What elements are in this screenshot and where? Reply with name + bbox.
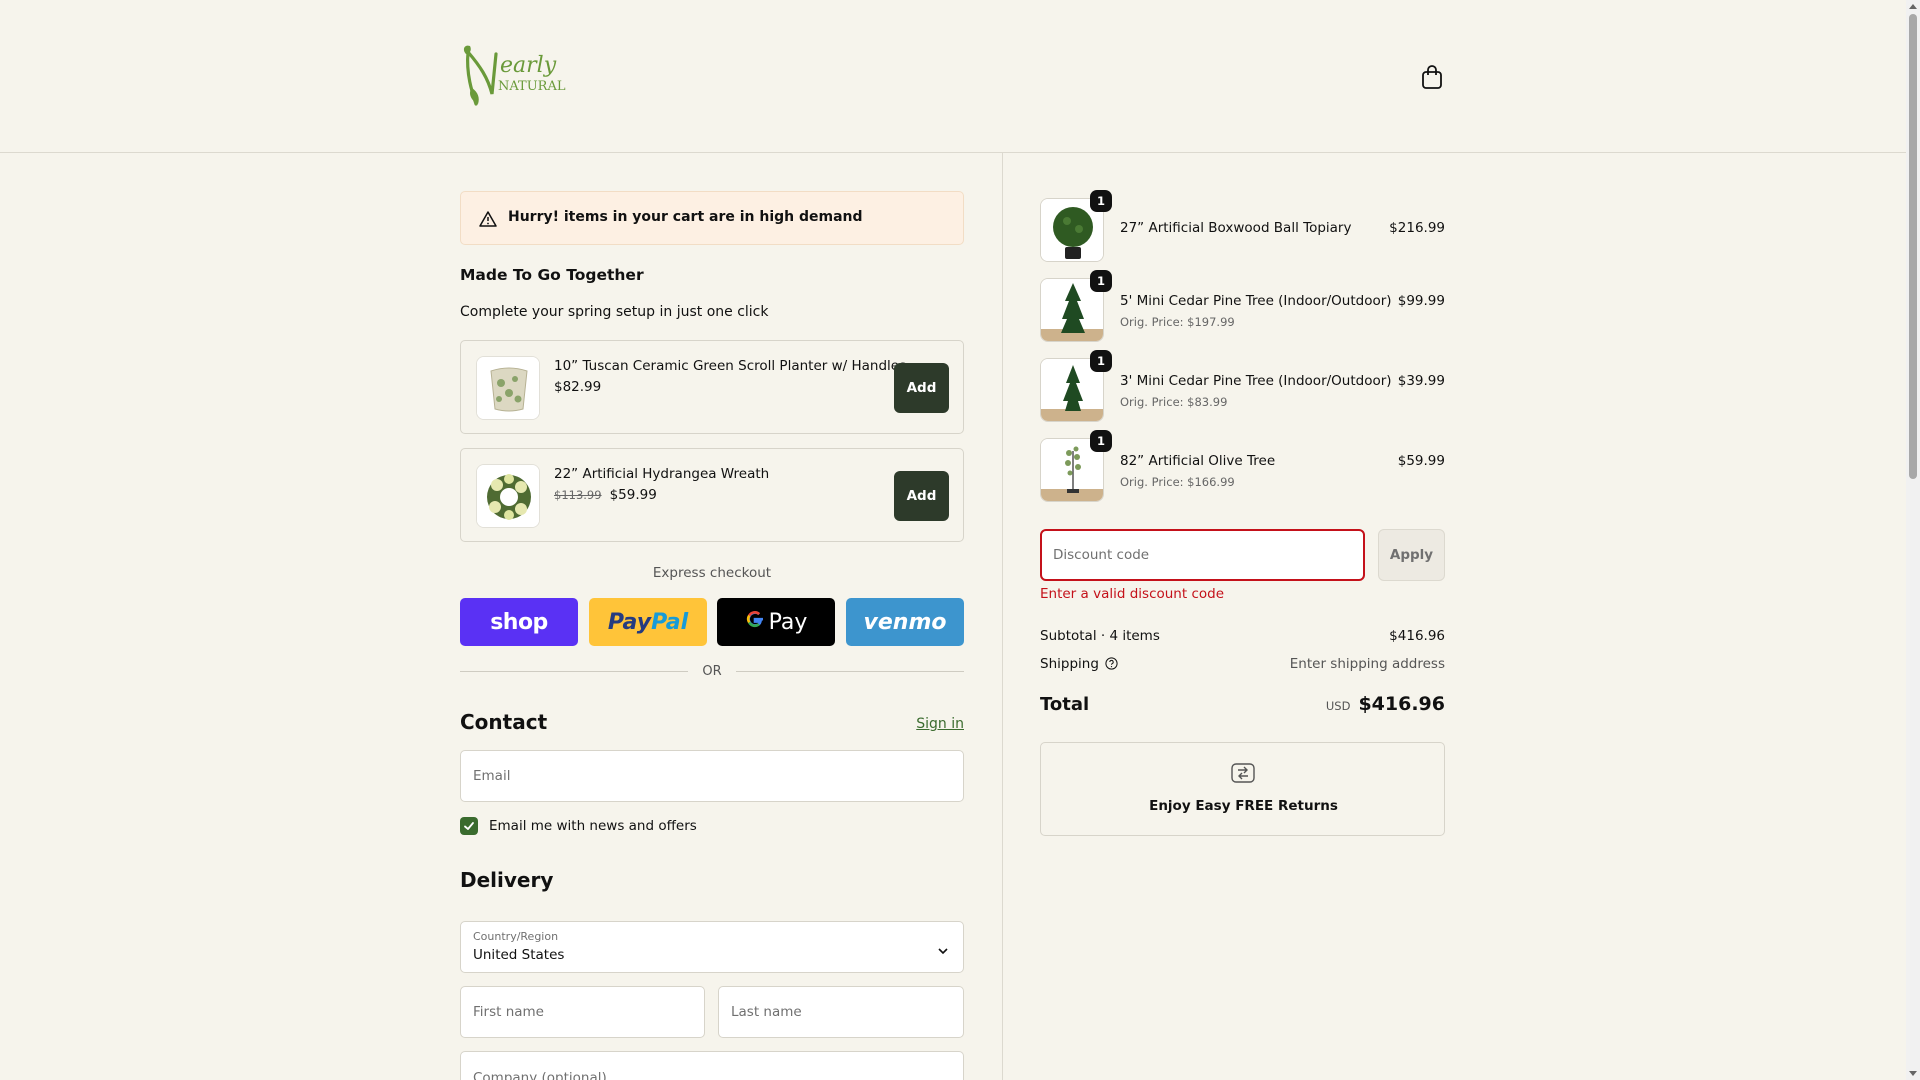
or-divider: OR (460, 662, 964, 682)
order-item-price: $59.99 (1397, 453, 1445, 469)
check-icon (464, 822, 474, 830)
upsell-item-price: $113.99 $59.99 (554, 487, 657, 503)
column-divider (1002, 153, 1003, 1080)
email-field[interactable] (460, 750, 964, 802)
quantity-badge: 1 (1090, 430, 1112, 452)
order-item-price: $39.99 (1397, 373, 1445, 389)
upsell-item-name: 22” Artificial Hydrangea Wreath (554, 466, 770, 482)
first-name-field[interactable] (460, 986, 705, 1038)
discount-code-field[interactable] (1040, 529, 1365, 581)
discount-code-input[interactable] (1042, 531, 1363, 579)
order-item-name: 3' Mini Cedar Pine Tree (Indoor/Outdoor) (1120, 373, 1392, 389)
banner-text: Hurry! items in your cart are in high de… (508, 209, 863, 225)
svg-text:early: early (500, 53, 557, 78)
last-name-field[interactable] (718, 986, 964, 1038)
country-value: United States (473, 947, 565, 963)
upsell-item-price: $82.99 (554, 379, 602, 395)
shipping-value: Enter shipping address (1289, 656, 1445, 672)
shopping-bag-icon[interactable] (1420, 64, 1444, 90)
sign-in-link[interactable]: Sign in (916, 716, 964, 732)
add-wreath-button[interactable]: Add (894, 471, 949, 521)
order-item: 1 82” Artificial Olive Tree Orig. Price:… (1040, 430, 1445, 502)
first-name-input[interactable] (461, 987, 704, 1037)
order-item-orig-price: Orig. Price: $197.99 (1120, 315, 1235, 329)
header: early NATURAL (0, 0, 1906, 153)
contact-title: Contact (460, 710, 548, 734)
or-line-right (736, 671, 964, 672)
nearly-natural-logo[interactable]: early NATURAL (462, 44, 572, 108)
total-label: Total (1040, 694, 1090, 715)
quantity-badge: 1 (1090, 190, 1112, 212)
upsell-item-sale-price: $59.99 (609, 487, 657, 503)
delivery-title: Delivery (460, 868, 554, 892)
wreath-thumbnail (476, 464, 540, 528)
google-g-icon (745, 609, 765, 635)
order-item-orig-price: Orig. Price: $166.99 (1120, 475, 1235, 489)
chevron-down-icon (937, 942, 949, 955)
order-item-price: $216.99 (1389, 220, 1445, 236)
last-name-input[interactable] (719, 987, 963, 1037)
planter-thumbnail (476, 356, 540, 420)
returns-icon (1230, 761, 1256, 785)
order-item-name: 5' Mini Cedar Pine Tree (Indoor/Outdoor) (1120, 293, 1392, 309)
total-amount: USD $416.96 (1326, 693, 1445, 715)
add-planter-button[interactable]: Add (894, 363, 949, 413)
upsell-item-orig-price: $113.99 (554, 488, 602, 502)
order-item-orig-price: Orig. Price: $83.99 (1120, 395, 1228, 409)
company-input[interactable] (461, 1052, 963, 1080)
news-offers-label: Email me with news and offers (489, 818, 697, 834)
order-item-name: 27” Artificial Boxwood Ball Topiary (1120, 220, 1352, 236)
shipping-label: Shipping (1040, 656, 1099, 672)
subtotal-row: Subtotal · 4 items $416.96 (1040, 628, 1445, 644)
total-value: $416.96 (1358, 693, 1445, 715)
subtotal-label: Subtotal · 4 items (1040, 628, 1160, 644)
paypal-label-pal: Pal (651, 609, 689, 635)
order-item: 1 27” Artificial Boxwood Ball Topiary $2… (1040, 190, 1445, 262)
order-item: 1 3' Mini Cedar Pine Tree (Indoor/Outdoo… (1040, 350, 1445, 422)
total-currency: USD (1325, 699, 1351, 713)
upsell-item: 22” Artificial Hydrangea Wreath $113.99 $… (460, 448, 964, 542)
discount-error-message: Enter a valid discount code (1040, 586, 1225, 602)
page-scrollbar[interactable] (1906, 0, 1920, 1080)
shop-pay-button[interactable]: shop (460, 598, 578, 646)
quantity-badge: 1 (1090, 270, 1112, 292)
high-demand-banner: Hurry! items in your cart are in high de… (460, 191, 964, 245)
upsell-title: Made To Go Together (460, 266, 644, 284)
upsell-item: 10” Tuscan Ceramic Green Scroll Planter … (460, 340, 964, 434)
order-item-name: 82” Artificial Olive Tree (1120, 453, 1276, 469)
help-circle-icon[interactable] (1105, 657, 1118, 670)
scroll-up-arrow-icon[interactable] (1909, 4, 1917, 9)
paypal-button[interactable]: Pay Pal (589, 598, 707, 646)
google-pay-label: Pay (768, 609, 808, 635)
paypal-label-pay: Pay (607, 609, 652, 635)
country-label: Country/Region (473, 930, 559, 943)
express-checkout-label: Express checkout (652, 565, 772, 581)
shop-pay-label: shop (490, 609, 548, 635)
shipping-row: Shipping Enter shipping address (1040, 656, 1445, 672)
venmo-label: venmo (863, 609, 947, 635)
google-pay-button[interactable]: Pay (717, 598, 835, 646)
news-offers-row: Email me with news and offers (460, 815, 697, 837)
free-returns-text: Enjoy Easy FREE Returns (1149, 798, 1338, 814)
email-input[interactable] (461, 751, 963, 801)
scroll-down-arrow-icon[interactable] (1909, 1071, 1917, 1076)
upsell-item-name: 10” Tuscan Ceramic Green Scroll Planter … (554, 358, 907, 374)
apply-discount-button[interactable]: Apply (1378, 529, 1445, 581)
order-item: 1 5' Mini Cedar Pine Tree (Indoor/Outdoo… (1040, 270, 1445, 342)
country-select[interactable]: Country/Region United States (460, 921, 964, 973)
order-item-price: $99.99 (1397, 293, 1445, 309)
subtotal-value: $416.96 (1389, 628, 1445, 644)
upsell-subtitle: Complete your spring setup in just one c… (460, 304, 769, 320)
news-offers-checkbox[interactable] (460, 817, 478, 835)
quantity-badge: 1 (1090, 350, 1112, 372)
scrollbar-thumb[interactable] (1909, 14, 1917, 479)
venmo-button[interactable]: venmo (846, 598, 964, 646)
company-field[interactable] (460, 1051, 964, 1080)
free-returns-box: Enjoy Easy FREE Returns (1040, 742, 1445, 836)
warning-icon (479, 210, 497, 228)
svg-text:NATURAL: NATURAL (498, 79, 566, 94)
